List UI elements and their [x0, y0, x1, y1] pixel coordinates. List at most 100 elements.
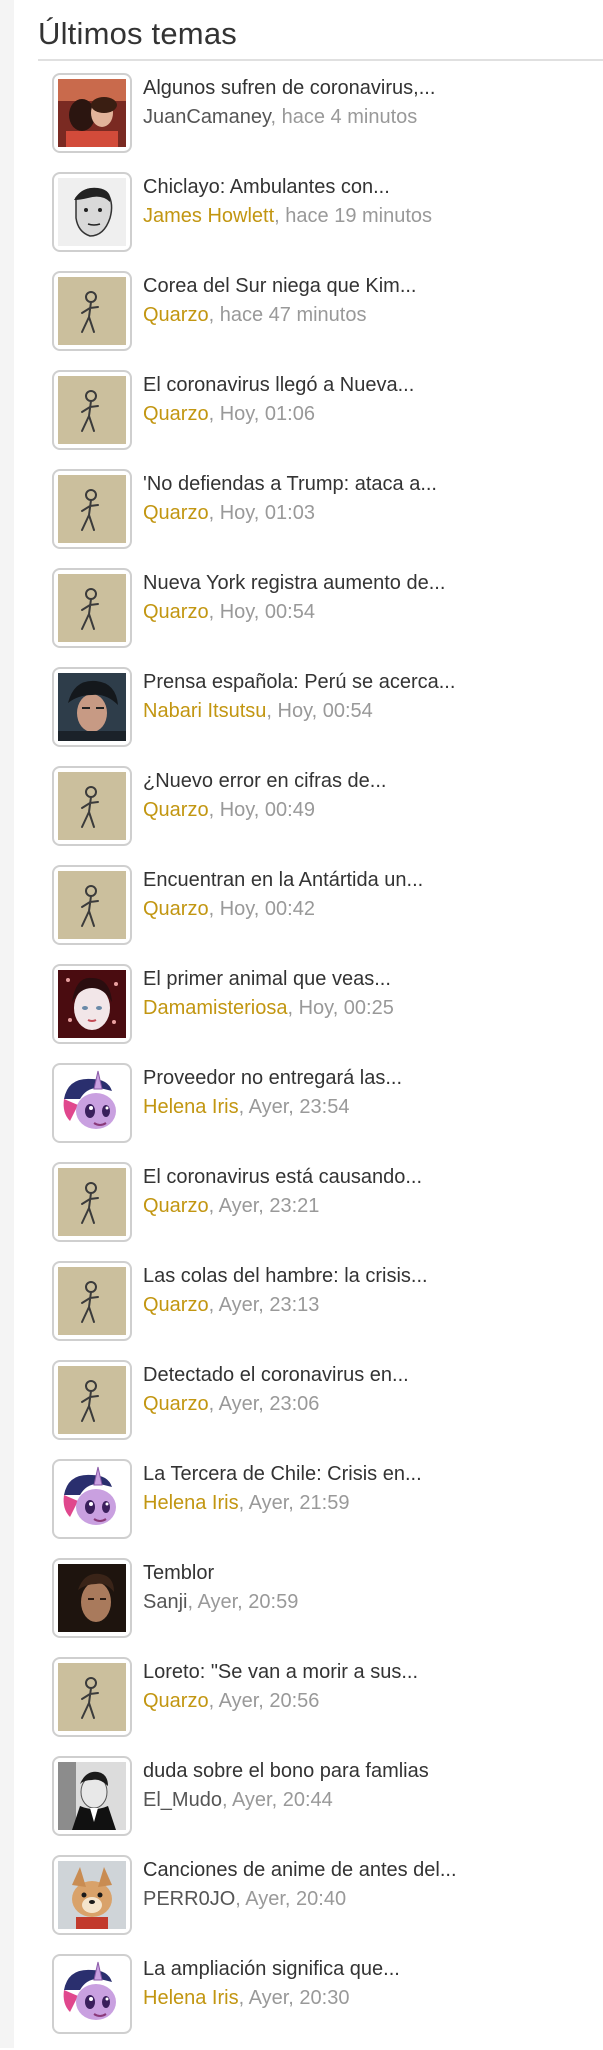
topic-item: El primer animal que veas... Damamisterio…	[38, 961, 603, 1060]
meta-separator: ,	[208, 1393, 219, 1415]
author-link[interactable]: JuanCamaney	[143, 106, 270, 128]
meta-separator: ,	[208, 1294, 219, 1316]
topic-timestamp: Ayer, 20:59	[197, 1591, 299, 1613]
topic-item: Loreto: "Se van a morir a sus... Quarzo, …	[38, 1654, 603, 1753]
meta-separator: ,	[208, 799, 220, 821]
topic-title-link[interactable]: duda sobre el bono para famlias	[143, 1757, 583, 1785]
topic-item: La Tercera de Chile: Crisis en... Helena …	[38, 1456, 603, 1555]
topic-meta: Quarzo, Hoy, 00:54	[143, 598, 315, 626]
author-link[interactable]: Quarzo	[143, 1195, 209, 1217]
author-link[interactable]: Quarzo	[143, 1294, 209, 1316]
author-link[interactable]: Quarzo	[143, 799, 209, 821]
meta-separator: ,	[266, 700, 278, 722]
stick-figure-avatar[interactable]	[52, 1162, 132, 1242]
meta-separator: ,	[187, 1591, 198, 1613]
author-link[interactable]: Helena Iris	[143, 1096, 239, 1118]
topic-item: El coronavirus llegó a Nueva... Quarzo, H…	[38, 367, 603, 466]
topic-title-link[interactable]: 'No defiendas a Trump: ataca a...	[143, 470, 583, 498]
meta-separator: ,	[270, 106, 282, 128]
couple-photo-avatar[interactable]	[52, 73, 132, 153]
left-gutter	[0, 0, 14, 2048]
stick-figure-avatar[interactable]	[52, 1657, 132, 1737]
purple-pony-avatar[interactable]	[52, 1954, 132, 2034]
author-link[interactable]: PERR0JO	[143, 1888, 235, 1910]
stick-figure-avatar[interactable]	[52, 469, 132, 549]
author-link[interactable]: Damamisteriosa	[143, 997, 287, 1019]
topic-item: Temblor Sanji, Ayer, 20:59	[38, 1555, 603, 1654]
topic-timestamp: Ayer, 21:59	[248, 1492, 350, 1514]
topic-item: Detectado el coronavirus en... Quarzo, Ay…	[38, 1357, 603, 1456]
topic-timestamp: Hoy, 01:03	[219, 502, 315, 524]
pale-woman-avatar[interactable]	[52, 964, 132, 1044]
topic-meta: Quarzo, hace 47 minutos	[143, 301, 366, 329]
topic-title-link[interactable]: Proveedor no entregará las...	[143, 1064, 583, 1092]
topic-timestamp: hace 4 minutos	[281, 106, 418, 128]
meta-separator: ,	[208, 403, 220, 425]
anime-man-avatar[interactable]	[52, 667, 132, 747]
topic-meta: Helena Iris, Ayer, 21:59	[143, 1489, 349, 1517]
topic-title-link[interactable]: Loreto: "Se van a morir a sus...	[143, 1658, 583, 1686]
topic-title-link[interactable]: Canciones de anime de antes del...	[143, 1856, 583, 1884]
stick-figure-avatar[interactable]	[52, 568, 132, 648]
topic-title-link[interactable]: El coronavirus está causando...	[143, 1163, 583, 1191]
topic-title-link[interactable]: Temblor	[143, 1559, 583, 1587]
author-link[interactable]: Quarzo	[143, 1393, 209, 1415]
topic-timestamp: Ayer, 20:40	[245, 1888, 347, 1910]
author-link[interactable]: El_Mudo	[143, 1789, 222, 1811]
dark-portrait-avatar[interactable]	[52, 1558, 132, 1638]
topic-meta: James Howlett, hace 19 minutos	[143, 202, 432, 230]
topic-timestamp: Ayer, 23:54	[248, 1096, 350, 1118]
topic-title-link[interactable]: Encuentran en la Antártida un...	[143, 866, 583, 894]
topic-item: Chiclayo: Ambulantes con... James Howlett…	[38, 169, 603, 268]
topic-title-link[interactable]: La ampliación significa que...	[143, 1955, 583, 1983]
stick-figure-avatar[interactable]	[52, 766, 132, 846]
stick-figure-avatar[interactable]	[52, 1261, 132, 1341]
author-link[interactable]: Sanji	[143, 1591, 187, 1613]
topic-timestamp: hace 19 minutos	[285, 205, 433, 227]
topic-title-link[interactable]: Las colas del hambre: la crisis...	[143, 1262, 583, 1290]
stick-figure-avatar[interactable]	[52, 865, 132, 945]
topic-item: duda sobre el bono para famlias El_Mudo, …	[38, 1753, 603, 1852]
topic-title-link[interactable]: Corea del Sur niega que Kim...	[143, 272, 583, 300]
topic-title-link[interactable]: Algunos sufren de coronavirus,...	[143, 74, 583, 102]
topic-title-link[interactable]: Detectado el coronavirus en...	[143, 1361, 583, 1389]
topic-timestamp: Ayer, 23:13	[218, 1294, 320, 1316]
author-link[interactable]: Quarzo	[143, 502, 209, 524]
meta-separator: ,	[238, 1096, 249, 1118]
author-link[interactable]: Helena Iris	[143, 1987, 239, 2009]
purple-pony-avatar[interactable]	[52, 1063, 132, 1143]
author-link[interactable]: Quarzo	[143, 304, 209, 326]
topic-timestamp: Ayer, 20:30	[248, 1987, 350, 2009]
author-link[interactable]: Quarzo	[143, 601, 209, 623]
meta-separator: ,	[274, 205, 286, 227]
author-link[interactable]: Helena Iris	[143, 1492, 239, 1514]
title-divider	[38, 59, 603, 61]
sketch-portrait-avatar[interactable]	[52, 172, 132, 252]
author-link[interactable]: Quarzo	[143, 1690, 209, 1712]
author-link[interactable]: Quarzo	[143, 403, 209, 425]
topic-meta: Sanji, Ayer, 20:59	[143, 1588, 298, 1616]
topic-item: El coronavirus está causando... Quarzo, A…	[38, 1159, 603, 1258]
topic-meta: JuanCamaney, hace 4 minutos	[143, 103, 417, 131]
topic-timestamp: Hoy, 00:54	[219, 601, 315, 623]
author-link[interactable]: Nabari Itsutsu	[143, 700, 266, 722]
purple-pony-avatar[interactable]	[52, 1459, 132, 1539]
dog-photo-avatar[interactable]	[52, 1855, 132, 1935]
stick-figure-avatar[interactable]	[52, 370, 132, 450]
stick-figure-avatar[interactable]	[52, 271, 132, 351]
topic-item: 'No defiendas a Trump: ataca a... Quarzo,…	[38, 466, 603, 565]
topic-title-link[interactable]: El coronavirus llegó a Nueva...	[143, 371, 583, 399]
topic-title-link[interactable]: Chiclayo: Ambulantes con...	[143, 173, 583, 201]
author-link[interactable]: James Howlett	[143, 205, 274, 227]
author-link[interactable]: Quarzo	[143, 898, 209, 920]
topic-title-link[interactable]: ¿Nuevo error en cifras de...	[143, 767, 583, 795]
meta-separator: ,	[208, 898, 220, 920]
stick-figure-avatar[interactable]	[52, 1360, 132, 1440]
topic-title-link[interactable]: El primer animal que veas...	[143, 965, 583, 993]
topic-item: Nueva York registra aumento de... Quarzo,…	[38, 565, 603, 664]
bw-portrait-avatar[interactable]	[52, 1756, 132, 1836]
topic-title-link[interactable]: Nueva York registra aumento de...	[143, 569, 583, 597]
meta-separator: ,	[208, 1690, 219, 1712]
topic-title-link[interactable]: La Tercera de Chile: Crisis en...	[143, 1460, 583, 1488]
topic-title-link[interactable]: Prensa española: Perú se acerca...	[143, 668, 583, 696]
